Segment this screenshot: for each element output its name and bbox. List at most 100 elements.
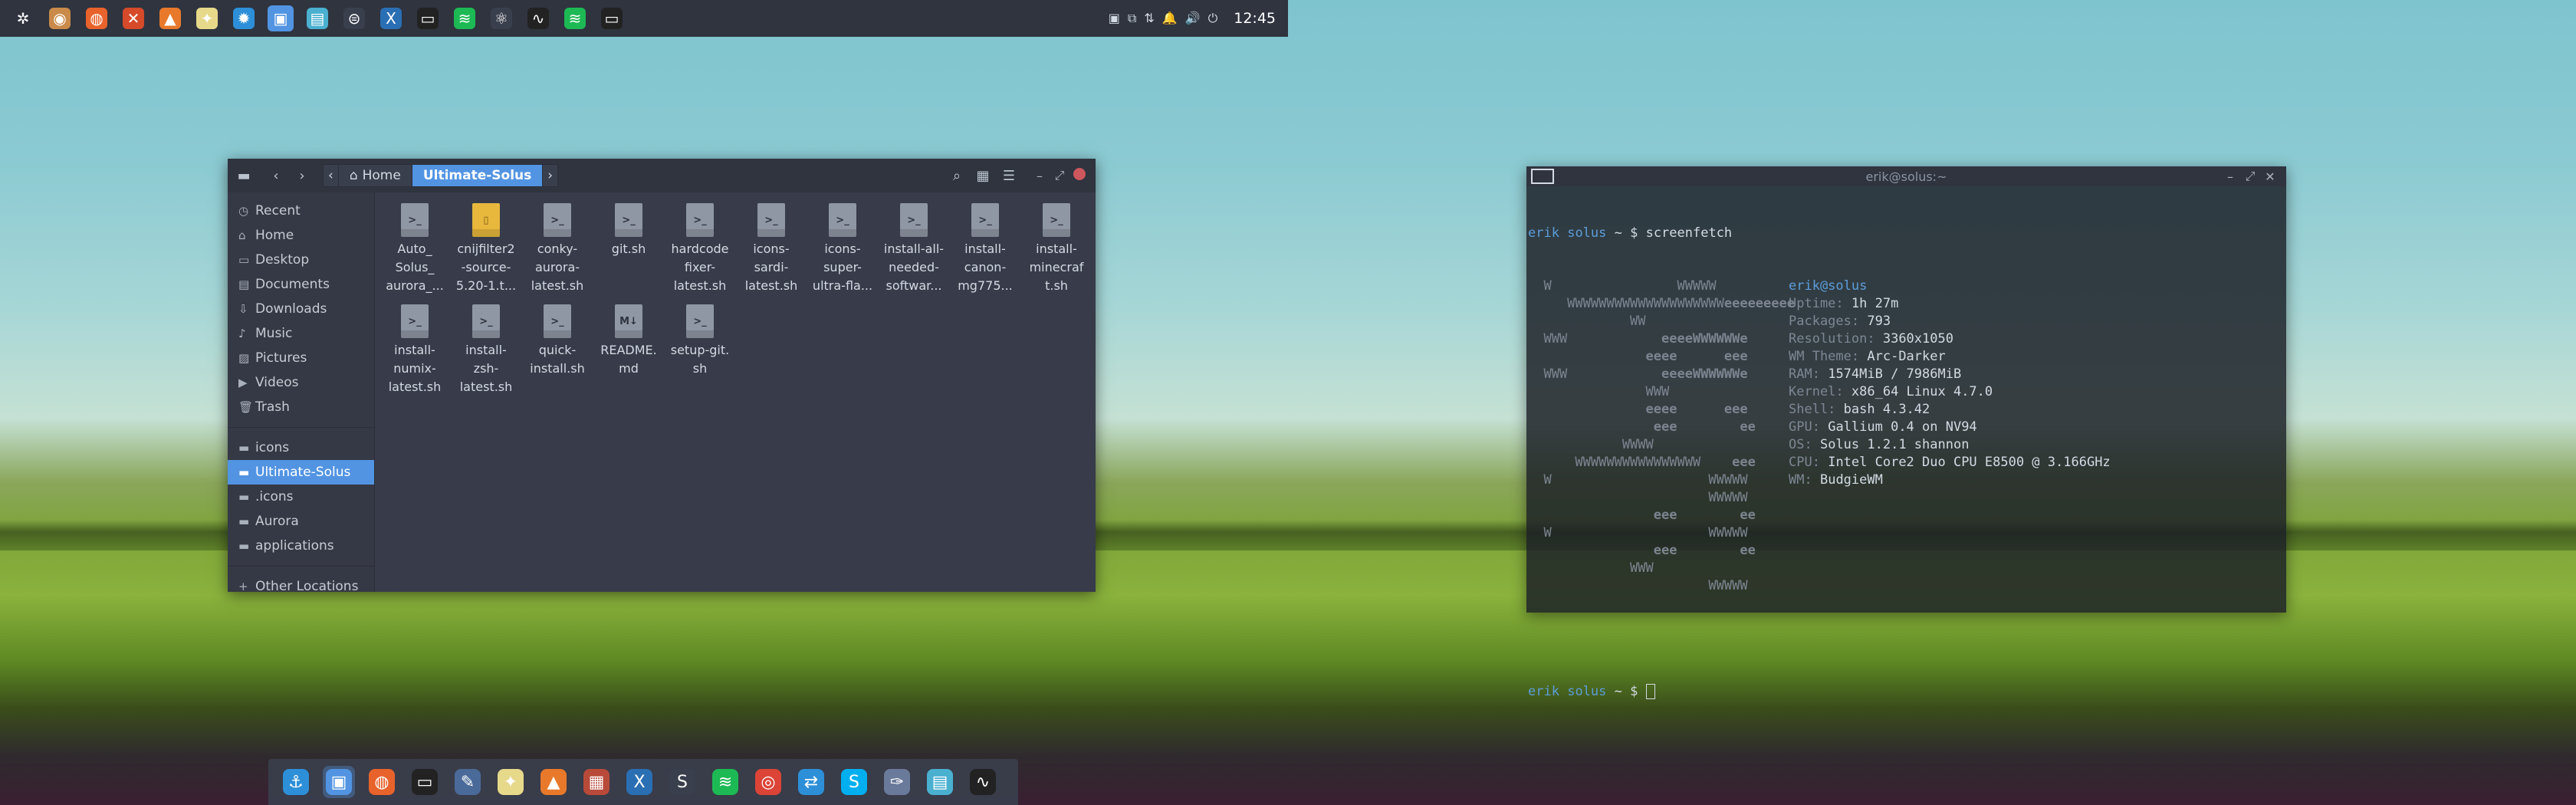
workspace-icon[interactable]: ⧉ (1128, 11, 1136, 26)
sidebar-item-other-locations[interactable]: + Other Locations (228, 574, 374, 599)
archive-dock-icon[interactable]: ▦ (580, 766, 613, 798)
file-item[interactable]: >_ conky- aurora- latest.sh (522, 203, 593, 295)
back-button[interactable]: ‹ (263, 168, 289, 184)
power-icon[interactable]: ⏻ (1208, 11, 1218, 26)
atom-icon[interactable]: ⚛ (488, 5, 514, 31)
screenfetch-line: W WWWWW (1528, 524, 2285, 542)
firefox-dock-icon[interactable]: ◍ (366, 766, 398, 798)
breadcrumb-right-arrow[interactable]: › (542, 164, 559, 187)
spotify-dock-icon[interactable]: ≋ (709, 766, 741, 798)
ascii-art-bold: eeee eee (1528, 402, 1748, 417)
lamp-icon[interactable]: ✦ (194, 5, 220, 31)
terminal-dock-icon[interactable]: ▭ (409, 766, 441, 798)
minimize-button[interactable]: – (1030, 169, 1050, 183)
image-viewer-icon[interactable]: ▤ (304, 5, 330, 31)
folder-menu-icon[interactable]: ▬ (231, 168, 257, 184)
volume-icon[interactable]: 🔊 (1185, 11, 1201, 26)
anchor-icon[interactable]: ⚓ (280, 766, 312, 798)
breadcrumb-left-arrow[interactable]: ‹ (323, 164, 339, 187)
crossover-icon[interactable]: ✕ (120, 5, 146, 31)
terminal-icon-2[interactable]: ▭ (599, 5, 625, 31)
terminal-close-button[interactable]: ✕ (2260, 169, 2280, 184)
sidebar-item-music[interactable]: ♪ Music (228, 321, 374, 346)
sidebar-item-downloads[interactable]: ⇩ Downloads (228, 297, 374, 321)
feather-dock-icon[interactable]: ✑ (881, 766, 913, 798)
vlc-dock-icon[interactable]: ▲ (537, 766, 570, 798)
rhythmbox-icon[interactable]: ◉ (47, 5, 73, 31)
sidebar-item-ultimate-solus[interactable]: ▬ Ultimate-Solus (228, 460, 374, 485)
terminal-output[interactable]: erik solus ~ $ screenfetch W WWWWW erik@s… (1526, 186, 2286, 739)
file-item[interactable]: >_ icons- super- ultra-fla... (807, 203, 878, 295)
file-item[interactable]: >_ install-all- needed- softwar... (879, 203, 949, 295)
lamp-dock-icon[interactable]: ✦ (495, 766, 527, 798)
file-item[interactable]: >_ install- canon- mg775... (950, 203, 1020, 295)
spotify-icon-2[interactable]: ≋ (562, 5, 588, 31)
file-label: icons- sardi- latest.sh (744, 242, 798, 293)
files-dock-icon[interactable]: ▣ (323, 766, 355, 798)
clock[interactable]: 12:45 (1234, 10, 1276, 27)
file-label: cnijfilter2 -source- 5.20-1.t... (455, 242, 517, 293)
terminal-icon[interactable]: ▭ (415, 5, 441, 31)
firefox-icon[interactable]: ◍ (84, 5, 110, 31)
places-icon: ▶ (238, 376, 248, 389)
terminal-maximize-button[interactable]: ⤢ (2240, 169, 2260, 184)
sidebar-item-trash[interactable]: 🗑 Trash (228, 395, 374, 419)
file-item[interactable]: >_ Auto_ Solus_ aurora_... (380, 203, 450, 295)
sidebar-item-videos[interactable]: ▶ Videos (228, 370, 374, 395)
system-info: WM Theme: Arc-Darker (1789, 349, 1946, 364)
system-info: Kernel: x86_64 Linux 4.7.0 (1789, 384, 1993, 399)
system-monitor-icon[interactable]: ∿ (525, 5, 551, 31)
menu-icon[interactable]: ☰ (996, 168, 1022, 184)
close-button[interactable] (1070, 168, 1089, 183)
file-item[interactable]: >_ install- zsh- latest.sh (451, 304, 521, 396)
spotify-icon[interactable]: ≋ (452, 5, 478, 31)
file-item[interactable]: >_ git.sh (593, 203, 664, 258)
sidebar-item-documents[interactable]: ▤ Documents (228, 272, 374, 297)
skype-dock-icon[interactable]: S (838, 766, 870, 798)
sidebar-item-desktop[interactable]: ▭ Desktop (228, 248, 374, 272)
image-viewer-dock-icon[interactable]: ▤ (924, 766, 956, 798)
file-item[interactable]: >_ setup-git. sh (665, 304, 735, 378)
sidebar-item-pictures[interactable]: ▨ Pictures (228, 346, 374, 370)
remote-dock-icon[interactable]: ⇄ (795, 766, 827, 798)
ascii-art: WWWWW (1528, 490, 1748, 505)
file-item[interactable]: M↓ README. md (593, 304, 664, 378)
file-manager-headerbar: ▬ ‹ › ‹ ⌂ Home Ultimate-Solus › ⌕ ▦ ☰ – ⤢ (228, 159, 1096, 192)
settings-gear-icon[interactable]: ✹ (231, 5, 257, 31)
files-icon[interactable]: ▣ (268, 5, 294, 31)
vlc-icon[interactable]: ▲ (157, 5, 183, 31)
network-icon[interactable]: ⇅ (1144, 11, 1154, 26)
script-file-icon: >_ (757, 203, 785, 237)
file-item[interactable]: >_ install- numix- latest.sh (380, 304, 450, 396)
xcode-like-icon[interactable]: X (378, 5, 404, 31)
steam-icon[interactable]: ⊜ (341, 5, 367, 31)
file-item[interactable]: >_ install- minecraf t.sh (1021, 203, 1092, 295)
file-item[interactable]: >_ quick- install.sh (522, 304, 593, 378)
screenshot-icon[interactable]: ▣ (1109, 11, 1120, 26)
steam-dock-icon[interactable]: S (666, 766, 698, 798)
breadcrumb-home[interactable]: ⌂ Home (337, 164, 412, 187)
terminal-minimize-button[interactable]: – (2220, 169, 2240, 184)
gnome-logo-icon[interactable]: ✲ (10, 5, 36, 31)
sidebar-item-home[interactable]: ⌂ Home (228, 223, 374, 248)
forward-button[interactable]: › (289, 168, 315, 184)
breadcrumb-ultimate-solus[interactable]: Ultimate-Solus (411, 164, 544, 187)
sidebar-item-applications[interactable]: ▬ applications (228, 534, 374, 558)
ascii-art: WWW (1528, 560, 1654, 576)
file-item[interactable]: >_ hardcode fixer- latest.sh (665, 203, 735, 295)
search-icon[interactable]: ⌕ (944, 168, 970, 184)
system-monitor-dock-icon[interactable]: ∿ (967, 766, 999, 798)
file-item[interactable]: >_ icons- sardi- latest.sh (736, 203, 807, 295)
chrome-dock-icon[interactable]: ◎ (752, 766, 784, 798)
maximize-button[interactable]: ⤢ (1050, 168, 1070, 183)
view-grid-icon[interactable]: ▦ (970, 168, 996, 184)
system-info: GPU: Gallium 0.4 on NV94 (1789, 419, 1977, 435)
sidebar-item-icons[interactable]: ▬ icons (228, 435, 374, 460)
sidebar-item-aurora[interactable]: ▬ Aurora (228, 509, 374, 534)
sidebar-item-icons[interactable]: ▬ .icons (228, 485, 374, 509)
editor-dock-icon[interactable]: ✎ (452, 766, 484, 798)
file-item[interactable]: ▯ cnijfilter2 -source- 5.20-1.t... (451, 203, 521, 295)
notification-icon[interactable]: 🔔 (1162, 11, 1178, 26)
xcode-like-dock-icon[interactable]: X (623, 766, 656, 798)
sidebar-item-recent[interactable]: ◷ Recent (228, 199, 374, 223)
